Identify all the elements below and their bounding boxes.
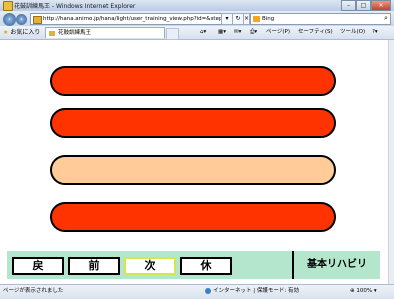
training-bar-3[interactable] (50, 155, 336, 185)
back-button[interactable]: 戻 (12, 257, 64, 275)
search-input[interactable]: Bing (250, 13, 391, 25)
training-bar-1[interactable] (50, 66, 336, 96)
security-zone: インターネット | 保護モード: 有効 (205, 285, 299, 298)
window-title: 花鼓訓練馬王 - Windows Internet Explorer (14, 3, 136, 10)
back-arrow-icon[interactable]: ‹ (3, 13, 16, 26)
command-safety[interactable]: セーフティ(S) (298, 28, 333, 37)
ie-app-icon (3, 1, 13, 11)
status-text: ページが表示されました (3, 288, 64, 294)
search-icon[interactable]: ⌕ (384, 13, 388, 23)
previous-button[interactable]: 前 (68, 257, 120, 275)
status-bar: ページが表示されました インターネット | 保護モード: 有効 ⊕ 100% ▾ (0, 284, 394, 299)
maximize-button[interactable]: □ (356, 0, 371, 11)
security-zone-label: インターネット | 保護モード: 有効 (213, 288, 299, 294)
program-label: 基本リハビリ (292, 251, 380, 279)
close-button[interactable]: ✕ (371, 0, 391, 11)
favorites-label: お気に入り (10, 29, 41, 36)
training-bar-4[interactable] (50, 202, 336, 232)
favorites-bar: ★ お気に入り 花鼓訓練馬王 ⌂▾ ▦▾ ✉▾ ⎙▾ ページ(P) セーフティ(… (0, 26, 394, 40)
mail-icon[interactable]: ✉▾ (234, 28, 241, 37)
stop-icon[interactable]: × (243, 13, 250, 25)
tab-favicon-icon (49, 31, 55, 36)
home-icon[interactable]: ⌂▾ (200, 28, 206, 37)
help-icon[interactable]: ?▾ (372, 28, 378, 37)
internet-globe-icon (205, 287, 211, 294)
search-placeholder: Bing (262, 16, 275, 22)
command-page[interactable]: ページ(P) (266, 28, 290, 37)
address-toolbar: ‹ › http://hana.animo.jp/hana/light/user… (0, 11, 394, 26)
print-icon[interactable]: ⎙▾ (250, 28, 257, 37)
favorites-star-icon: ★ (3, 29, 9, 36)
page-favicon-icon (33, 16, 42, 24)
bing-logo-icon (253, 16, 260, 22)
tab-current[interactable]: 花鼓訓練馬王 (45, 27, 165, 38)
forward-arrow-icon[interactable]: › (16, 14, 27, 25)
next-button[interactable]: 次 (124, 257, 176, 275)
tab-label: 花鼓訓練馬王 (58, 30, 92, 36)
address-url: http://hana.animo.jp/hana/light/user_tra… (43, 16, 228, 22)
training-bar-2[interactable] (50, 108, 336, 138)
address-input[interactable]: http://hana.animo.jp/hana/light/user_tra… (30, 13, 232, 25)
new-tab-button[interactable] (166, 28, 179, 40)
command-tools[interactable]: ツール(O) (340, 28, 365, 37)
favorites-button[interactable]: ★ お気に入り (3, 28, 40, 37)
feeds-icon[interactable]: ▦▾ (218, 28, 226, 37)
zoom-control[interactable]: ⊕ 100% ▾ (350, 285, 377, 298)
zoom-level: 100% (356, 288, 373, 294)
rest-button[interactable]: 休 (180, 257, 232, 275)
window-controls: – □ ✕ (341, 0, 391, 11)
minimize-button[interactable]: – (341, 0, 356, 11)
vertical-scrollbar[interactable] (388, 40, 394, 284)
